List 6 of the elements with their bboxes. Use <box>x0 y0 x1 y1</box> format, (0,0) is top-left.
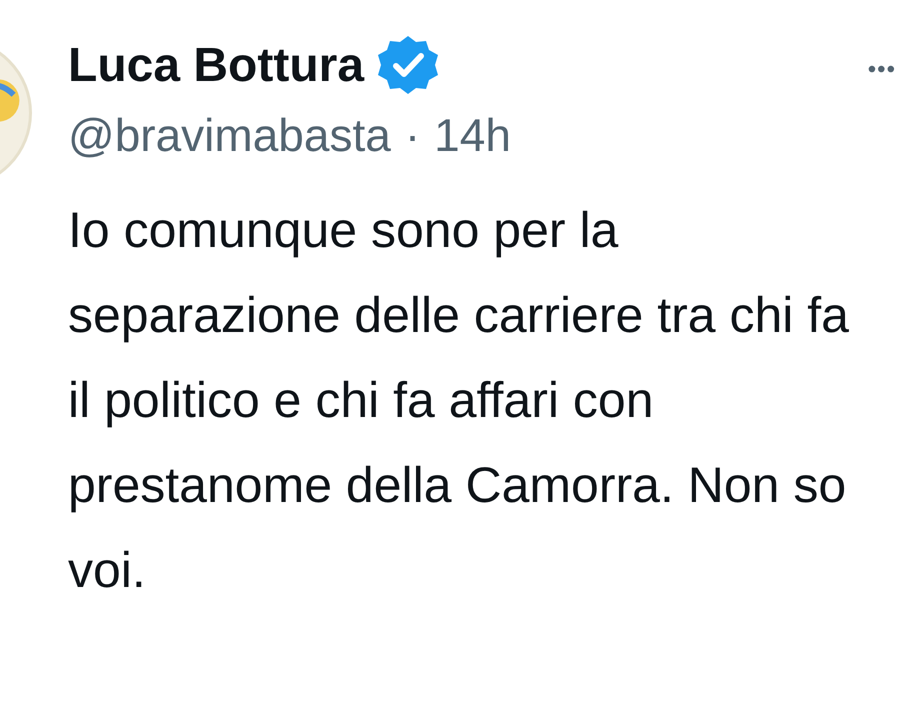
post-time[interactable]: 14h <box>434 108 511 162</box>
separator-dot: · <box>404 108 420 162</box>
more-button[interactable]: ••• <box>868 56 896 84</box>
author-name[interactable]: Luca Bottura <box>68 38 364 92</box>
author-handle[interactable]: @bravimabasta <box>68 108 391 162</box>
post-text: Io comunque sono per la separazione delle carriere tra chi fa il politico e chi fa affari con prestanome della Camorra. Non so voi. <box>68 201 850 600</box>
